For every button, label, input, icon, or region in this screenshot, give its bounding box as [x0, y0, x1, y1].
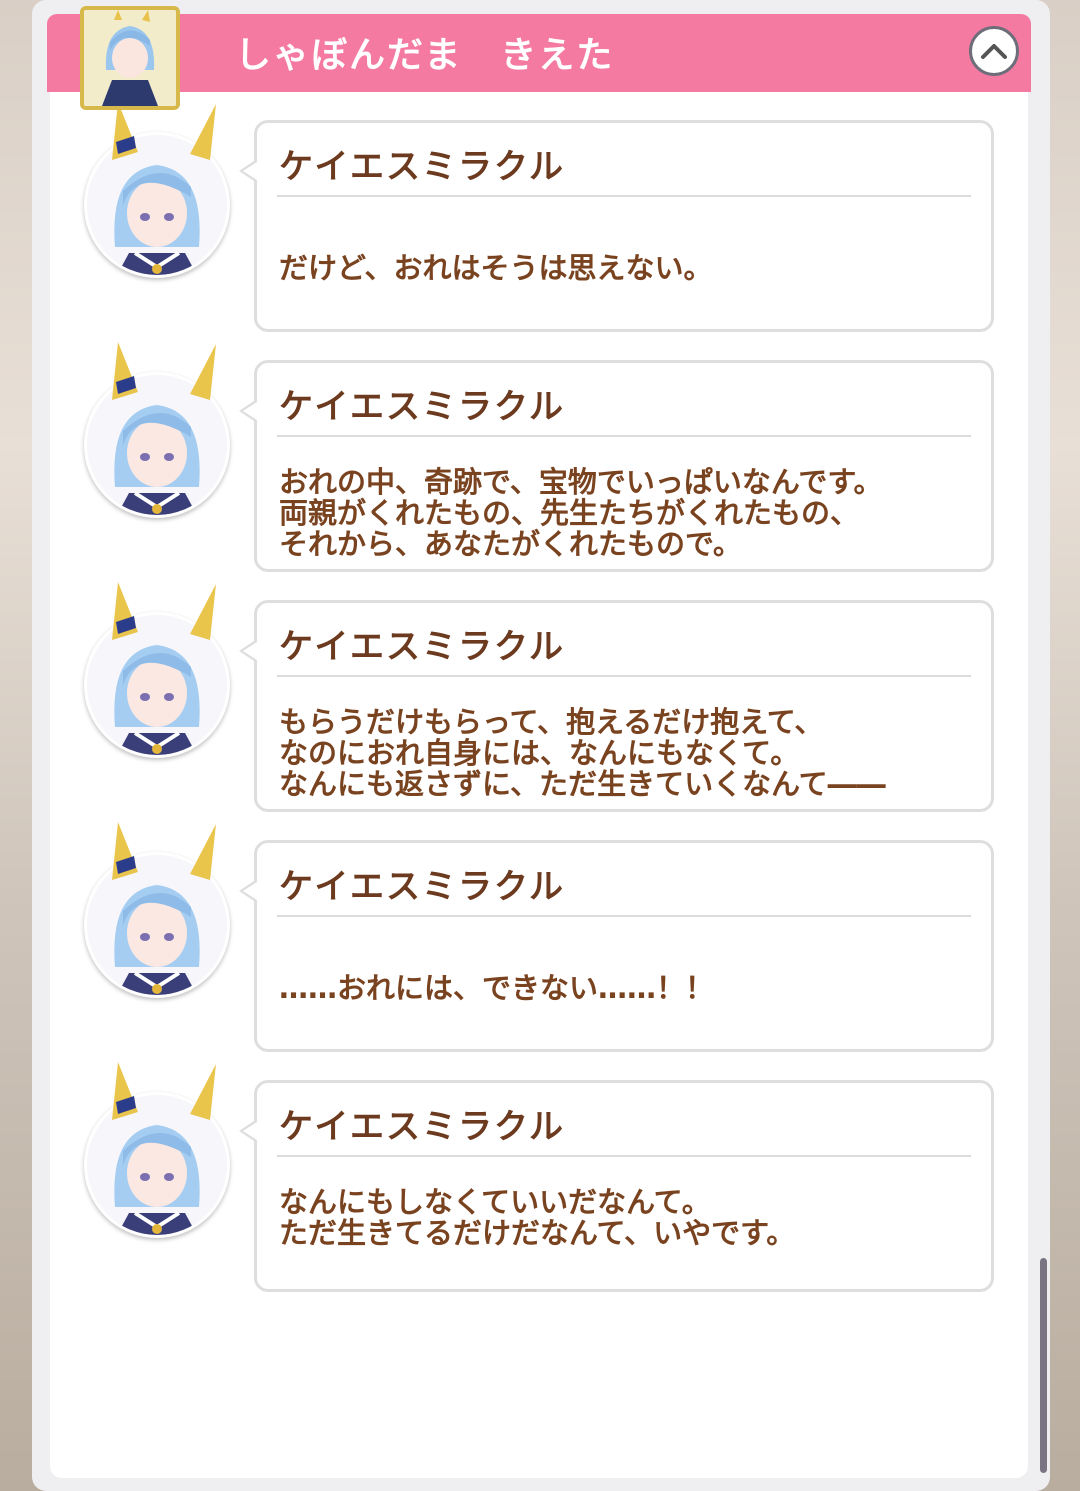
- message-row: ケイエスミラクルおれの中、奇跡で、宝物でいっぱいなんです。 両親がくれたもの、先…: [50, 342, 1028, 600]
- avatar-ears: [104, 342, 224, 402]
- bubble-tail: [239, 1119, 257, 1143]
- message-text: だけど、おれはそうは思えない。: [279, 251, 713, 285]
- message-row: ケイエスミラクルだけど、おれはそうは思えない。: [50, 102, 1028, 360]
- bubble-divider: [277, 1155, 971, 1157]
- speech-bubble: ケイエスミラクルもらうだけもらって、抱えるだけ抱えて、 なのにおれ自身には、なん…: [239, 600, 994, 812]
- speaker-name: ケイエスミラクル: [279, 867, 565, 907]
- speaker-name: ケイエスミラクル: [279, 627, 565, 667]
- message-log[interactable]: 何にもしなくたっていいんだって、言われた こともあります。元気でいるだけで、 生…: [50, 60, 1028, 1478]
- message-row: ケイエスミラクル ……おれには、できない……！！: [50, 822, 1028, 1080]
- story-title: しゃぼんだま きえた: [235, 35, 615, 76]
- bubble-divider: [277, 195, 971, 197]
- speaker-name: ケイエスミラクル: [279, 1107, 565, 1147]
- speech-bubble: ケイエスミラクルだけど、おれはそうは思えない。: [239, 120, 994, 332]
- collapse-button[interactable]: [969, 26, 1019, 76]
- message-text: ……おれには、できない……！！: [279, 971, 715, 1005]
- speaker-name: ケイエスミラクル: [279, 387, 565, 427]
- scrollbar-thumb[interactable]: [1040, 1258, 1047, 1473]
- chevron-up-icon: [981, 44, 1007, 59]
- bubble-divider: [277, 675, 971, 677]
- bubble-tail: [239, 159, 257, 183]
- story-header: しゃぼんだま きえた: [47, 14, 1031, 92]
- message-text: なんにもしなくていいだなんて。 ただ生きてるだけだなんて、いやです。: [279, 1185, 796, 1250]
- bubble-tail: [239, 879, 257, 903]
- bubble-tail: [239, 639, 257, 663]
- bubble-divider: [277, 435, 971, 437]
- speaker-name: ケイエスミラクル: [279, 147, 565, 187]
- character-portrait: [80, 6, 180, 110]
- message-row: ケイエスミラクルもらうだけもらって、抱えるだけ抱えて、 なのにおれ自身には、なん…: [50, 582, 1028, 840]
- bubble-divider: [277, 915, 971, 917]
- message-row: ケイエスミラクルなんにもしなくていいだなんて。 ただ生きてるだけだなんて、いやで…: [50, 1062, 1028, 1320]
- avatar-ears: [104, 582, 224, 642]
- avatar-ears: [104, 822, 224, 882]
- speech-bubble: ケイエスミラクルおれの中、奇跡で、宝物でいっぱいなんです。 両親がくれたもの、先…: [239, 360, 994, 572]
- message-text: もらうだけもらって、抱えるだけ抱えて、 なのにおれ自身には、なんにもなくて。 な…: [279, 705, 886, 801]
- bubble-tail: [239, 399, 257, 423]
- avatar-ears: [104, 102, 224, 162]
- speech-bubble: ケイエスミラクルなんにもしなくていいだなんて。 ただ生きてるだけだなんて、いやで…: [239, 1080, 994, 1292]
- speech-bubble: ケイエスミラクル ……おれには、できない……！！: [239, 840, 994, 1052]
- message-text: おれの中、奇跡で、宝物でいっぱいなんです。 両親がくれたもの、先生たちがくれたも…: [279, 465, 883, 561]
- avatar-ears: [104, 1062, 224, 1122]
